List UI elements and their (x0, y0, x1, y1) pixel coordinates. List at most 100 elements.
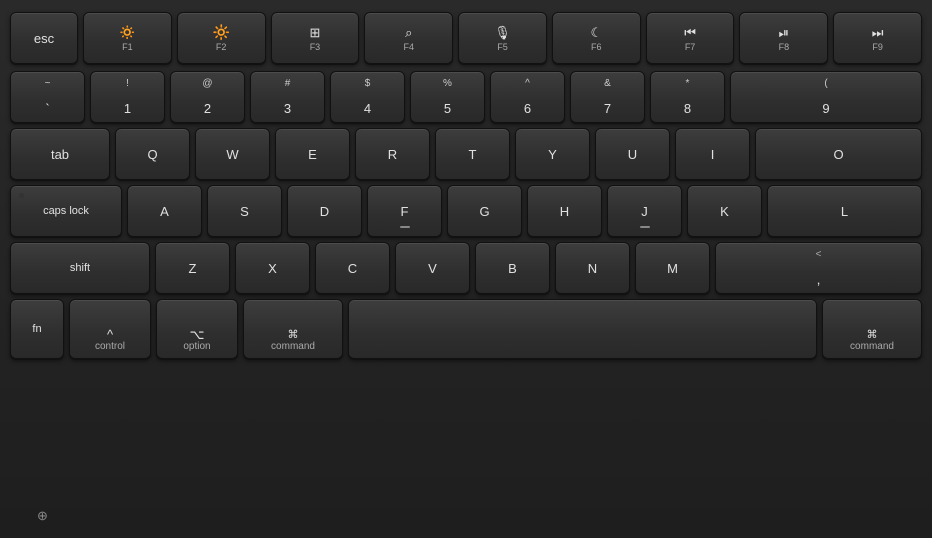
capslock-indicator (19, 193, 24, 198)
key-l[interactable]: L (767, 185, 922, 237)
zxcv-row: shift Z X C V B N M < , (10, 242, 922, 294)
tab-label: tab (51, 148, 69, 161)
qwerty-row: tab Q W E R T Y U I O (10, 128, 922, 180)
key-x[interactable]: X (235, 242, 310, 294)
key-f8[interactable]: ⏯ F8 (739, 12, 828, 64)
f7-icon: ⏮ (684, 25, 696, 41)
key8-bottom: 8 (684, 101, 691, 116)
key3-bottom: 3 (284, 101, 291, 116)
f2-label: F2 (216, 43, 227, 52)
key-n[interactable]: N (555, 242, 630, 294)
key-command-left[interactable]: ⌘ command (243, 299, 343, 359)
key-f9[interactable]: ⏭ F9 (833, 12, 922, 64)
key-esc[interactable]: esc (10, 12, 78, 64)
key-comma[interactable]: < , (715, 242, 922, 294)
key-9[interactable]: ( 9 (730, 71, 922, 123)
key-k[interactable]: K (687, 185, 762, 237)
key5-top: % (443, 78, 452, 89)
key-f[interactable]: F (367, 185, 442, 237)
key-h[interactable]: H (527, 185, 602, 237)
f3-icon: ⊞ (310, 25, 321, 41)
key-b[interactable]: B (475, 242, 550, 294)
key-f4[interactable]: ⌕ F4 (364, 12, 453, 64)
keyboard: esc 🔅 F1 🔆 F2 ⊞ F3 ⌕ F4 🎙 F5 ☾ F6 ⏮ F7 (0, 0, 932, 538)
fn-label: fn (32, 324, 41, 335)
key-2[interactable]: @ 2 (170, 71, 245, 123)
key-1[interactable]: ! 1 (90, 71, 165, 123)
key-f6[interactable]: ☾ F6 (552, 12, 641, 64)
key1-top: ! (126, 78, 129, 89)
key-o[interactable]: O (755, 128, 922, 180)
f5-label: F5 (497, 43, 508, 52)
key9-bottom: 9 (822, 101, 829, 116)
key-d[interactable]: D (287, 185, 362, 237)
key-6[interactable]: ^ 6 (490, 71, 565, 123)
key5-bottom: 5 (444, 101, 451, 116)
f2-icon: 🔆 (212, 24, 229, 41)
backtick-top: ~ (45, 78, 51, 89)
key-space[interactable] (348, 299, 817, 359)
command-left-symbol: ⌘ (288, 330, 299, 341)
key-e[interactable]: E (275, 128, 350, 180)
key-a[interactable]: A (127, 185, 202, 237)
key-capslock[interactable]: caps lock (10, 185, 122, 237)
key-control[interactable]: ^ control (69, 299, 151, 359)
asdf-row: caps lock A S D F G H J K L (10, 185, 922, 237)
backtick-bottom: ` (45, 101, 49, 116)
key-8[interactable]: * 8 (650, 71, 725, 123)
key-q[interactable]: Q (115, 128, 190, 180)
control-label: control (95, 342, 125, 352)
key-v[interactable]: V (395, 242, 470, 294)
key-y[interactable]: Y (515, 128, 590, 180)
key-f3[interactable]: ⊞ F3 (271, 12, 360, 64)
f3-label: F3 (310, 43, 321, 52)
key-z[interactable]: Z (155, 242, 230, 294)
key-f2[interactable]: 🔆 F2 (177, 12, 266, 64)
key-tab[interactable]: tab (10, 128, 110, 180)
key-r[interactable]: R (355, 128, 430, 180)
f4-label: F4 (403, 43, 414, 52)
key-c[interactable]: C (315, 242, 390, 294)
key-u[interactable]: U (595, 128, 670, 180)
key-g[interactable]: G (447, 185, 522, 237)
key9-top: ( (824, 78, 827, 89)
key-j[interactable]: J (607, 185, 682, 237)
f9-label: F9 (872, 43, 883, 52)
key-f5[interactable]: 🎙 F5 (458, 12, 547, 64)
option-symbol: ⌥ (190, 328, 205, 341)
key4-bottom: 4 (364, 101, 371, 116)
key-3[interactable]: # 3 (250, 71, 325, 123)
control-caret: ^ (107, 328, 113, 341)
key-4[interactable]: $ 4 (330, 71, 405, 123)
key6-top: ^ (525, 78, 530, 89)
key-f1[interactable]: 🔅 F1 (83, 12, 172, 64)
f1-label: F1 (122, 43, 133, 52)
comma-top: < (816, 249, 822, 260)
key-shift-left[interactable]: shift (10, 242, 150, 294)
key4-top: $ (365, 78, 371, 89)
capslock-label: caps lock (43, 206, 89, 217)
number-row: ~ ` ! 1 @ 2 # 3 $ 4 % 5 ^ 6 & 7 (10, 71, 922, 123)
key-5[interactable]: % 5 (410, 71, 485, 123)
function-row: esc 🔅 F1 🔆 F2 ⊞ F3 ⌕ F4 🎙 F5 ☾ F6 ⏮ F7 (10, 12, 922, 64)
key-w[interactable]: W (195, 128, 270, 180)
key-backtick[interactable]: ~ ` (10, 71, 85, 123)
f7-label: F7 (685, 43, 696, 52)
key-m[interactable]: M (635, 242, 710, 294)
key-t[interactable]: T (435, 128, 510, 180)
command-right-symbol: ⌘ (867, 330, 878, 341)
f8-label: F8 (779, 43, 790, 52)
key1-bottom: 1 (124, 101, 131, 116)
key-command-right[interactable]: ⌘ command (822, 299, 922, 359)
key-fn[interactable]: fn (10, 299, 64, 359)
key-option[interactable]: ⌥ option (156, 299, 238, 359)
key8-top: * (686, 78, 690, 89)
key-i[interactable]: I (675, 128, 750, 180)
key3-top: # (285, 78, 291, 89)
key2-bottom: 2 (204, 101, 211, 116)
option-label: option (183, 342, 210, 352)
key-7[interactable]: & 7 (570, 71, 645, 123)
f6-icon: ☾ (590, 25, 602, 41)
key-s[interactable]: S (207, 185, 282, 237)
key-f7[interactable]: ⏮ F7 (646, 12, 735, 64)
